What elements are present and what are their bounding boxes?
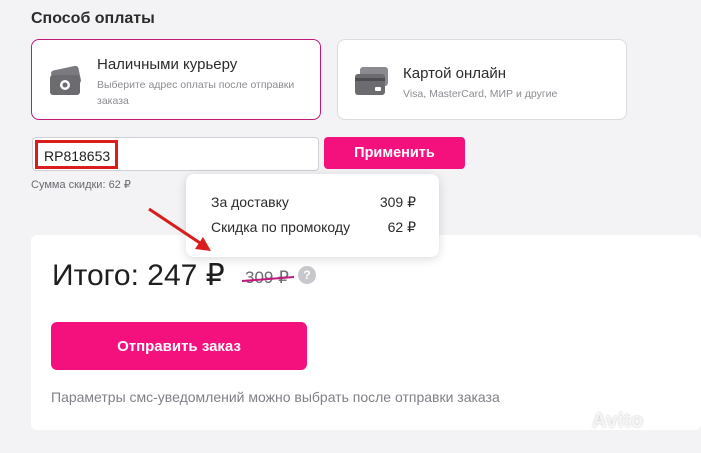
sms-note: Параметры смс-уведомлений можно выбрать …: [51, 389, 500, 405]
payment-option-cash[interactable]: Наличными курьеру Выберите адрес оплаты …: [31, 39, 321, 120]
payment-option-card[interactable]: Картой онлайн Visa, MasterCard, МИР и др…: [337, 39, 627, 120]
avito-watermark: Avito: [592, 410, 644, 432]
annotation-arrow-icon: [148, 207, 211, 251]
payment-option-desc: Выберите адрес оплаты после отправки зак…: [97, 79, 295, 107]
help-icon[interactable]: ?: [298, 266, 316, 284]
price-breakdown-tooltip: За доставку 309 ₽ Скидка по промокоду 62…: [186, 174, 439, 257]
tooltip-row: Скидка по промокоду 62 ₽: [211, 219, 416, 235]
tooltip-row-label: За доставку: [211, 194, 289, 210]
payment-option-desc: Visa, MasterCard, МИР и другие: [403, 88, 558, 100]
card-icon: [355, 67, 388, 95]
promo-code-value: RP818653: [35, 140, 118, 169]
price-strikethrough: [241, 276, 295, 282]
tooltip-row: За доставку 309 ₽: [211, 194, 416, 210]
tooltip-row-label: Скидка по промокоду: [211, 219, 351, 235]
order-total: Итого: 247 ₽: [52, 259, 225, 292]
discount-sum: Сумма скидки: 62 ₽: [31, 179, 131, 191]
payment-option-title: Картой онлайн: [403, 65, 507, 82]
submit-order-button[interactable]: Отправить заказ: [51, 322, 307, 370]
tooltip-row-amount: 309 ₽: [379, 194, 416, 210]
section-title: Способ оплаты: [31, 10, 155, 27]
apply-promo-button[interactable]: Применить: [324, 137, 465, 169]
tooltip-row-amount: 62 ₽: [387, 219, 416, 235]
payment-option-title: Наличными курьеру: [97, 56, 238, 73]
cash-icon: [50, 65, 82, 95]
